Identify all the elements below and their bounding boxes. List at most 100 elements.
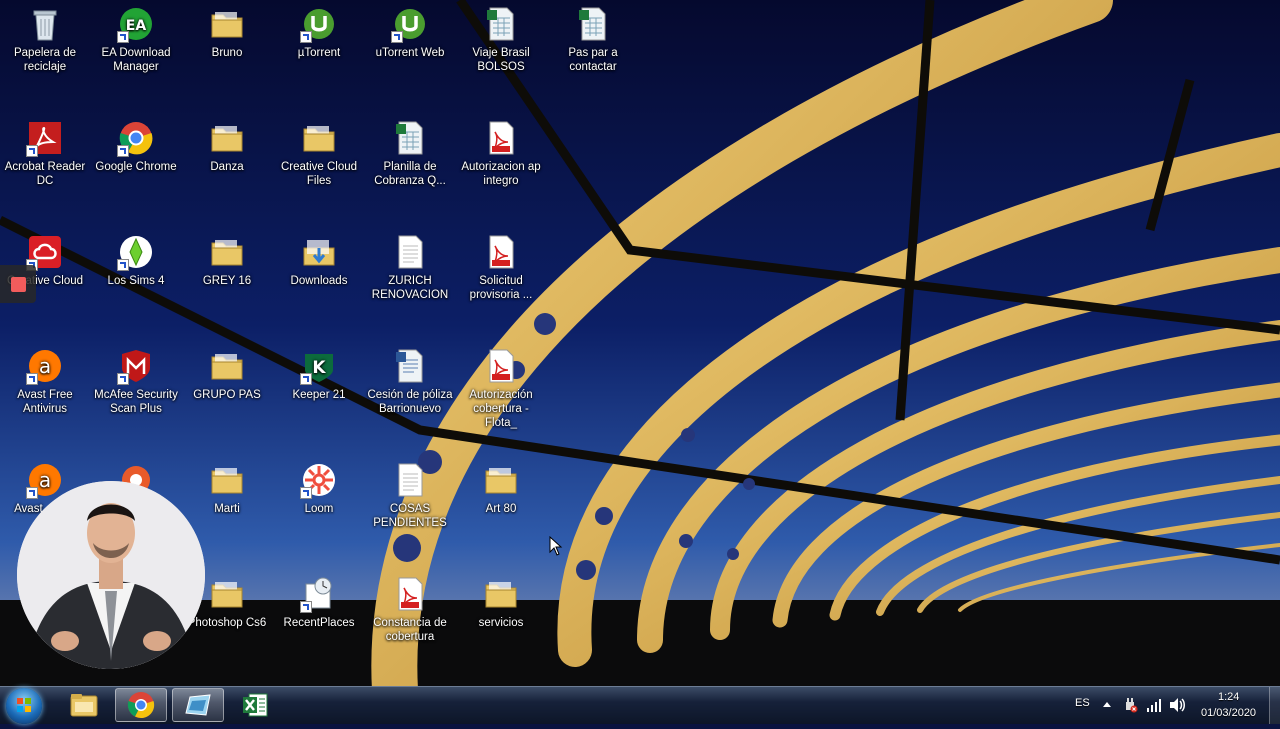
folder-icon: [209, 462, 245, 498]
presenter-image: [17, 481, 205, 669]
desktop-icon-label: Autorización cobertura - Flota_: [469, 389, 533, 429]
taskbar-chrome-button[interactable]: [115, 688, 167, 722]
desktop-icon[interactable]: a Avast Free Antivirus: [0, 348, 91, 416]
desktop-icon[interactable]: Danza: [181, 120, 273, 174]
desktop-icon[interactable]: Planilla de Cobranza Q...: [364, 120, 456, 188]
desktop-icon[interactable]: ZURICH RENOVACION: [364, 234, 456, 302]
desktop-icon[interactable]: Pas par a contactar: [547, 6, 639, 74]
desktop-icon-label: RecentPlaces: [283, 617, 355, 629]
desktop-icon[interactable]: uTorrent Web: [364, 6, 456, 60]
ea-icon: EA: [117, 6, 154, 43]
desktop-icon-label: Autorizacion ap integro: [461, 161, 541, 187]
desktop-icon[interactable]: GREY 16: [181, 234, 273, 288]
pdf-file-icon: [483, 120, 519, 156]
chrome-icon: [117, 120, 154, 157]
desktop-icon[interactable]: Art 80: [455, 462, 547, 516]
desktop-icon[interactable]: Cesión de póliza Barrionuevo: [364, 348, 456, 416]
desktop-icon-label: McAfee Security Scan Plus: [94, 389, 178, 415]
recycle-bin-icon: [27, 6, 63, 42]
network-signal-icon[interactable]: [1146, 697, 1162, 713]
desktop-icon[interactable]: µTorrent: [273, 6, 365, 60]
folder-icon: [209, 348, 245, 384]
volume-icon[interactable]: [1168, 696, 1186, 714]
desktop-icon[interactable]: Marti: [181, 462, 273, 516]
mcafee-icon: [117, 348, 154, 385]
desktop-icon[interactable]: Acrobat Reader DC: [0, 120, 91, 188]
desktop-icon-label: Planilla de Cobranza Q...: [374, 161, 446, 187]
pdf-file-icon: [483, 234, 519, 270]
desktop-icon-label: COSAS PENDIENTES: [373, 503, 447, 529]
desktop-icon[interactable]: Loom: [273, 462, 365, 516]
folder-icon: [301, 120, 337, 156]
desktop-icon[interactable]: Viaje Brasil BOLSOS: [455, 6, 547, 74]
word-file-icon: [392, 348, 428, 384]
language-indicator[interactable]: ES: [1075, 697, 1090, 709]
desktop-icon-label: Art 80: [485, 503, 517, 515]
document-icon: [392, 234, 428, 270]
desktop-icon[interactable]: COSAS PENDIENTES: [364, 462, 456, 530]
sims-icon: [117, 234, 154, 271]
taskbar: ES 1:24 01/03/2020: [0, 686, 1280, 724]
utorrent-icon: [300, 6, 337, 43]
desktop-icon[interactable]: Google Chrome: [90, 120, 182, 174]
power-plug-icon[interactable]: [1122, 696, 1138, 714]
folder-icon: [209, 234, 245, 270]
desktop-icon-label: Photoshop Cs6: [187, 617, 267, 629]
desktop-icon[interactable]: Bruno: [181, 6, 273, 60]
avast-icon: a: [26, 348, 63, 385]
desktop-icon-label: Pas par a contactar: [568, 47, 618, 73]
desktop-icon-label: Viaje Brasil BOLSOS: [472, 47, 530, 73]
desktop-icon-label: Loom: [304, 503, 334, 515]
desktop-icon[interactable]: Autorizacion ap integro: [455, 120, 547, 188]
taskbar-explorer-button[interactable]: [58, 688, 110, 722]
downloads-folder-icon: [301, 234, 337, 270]
recording-side-tab[interactable]: [0, 265, 36, 303]
desktop-icon-label: EA Download Manager: [101, 47, 171, 73]
stop-record-icon[interactable]: [11, 277, 26, 292]
acrobat-icon: [26, 120, 63, 157]
desktop-icon[interactable]: RecentPlaces: [273, 576, 365, 630]
desktop-icon-label: Avast Free Antivirus: [17, 389, 73, 415]
folder-icon: [209, 576, 245, 612]
shortcut-arrow-icon: [117, 373, 129, 385]
show-desktop-button[interactable]: [1269, 687, 1280, 724]
shortcut-arrow-icon: [26, 145, 38, 157]
taskbar-excel-button[interactable]: [229, 688, 281, 722]
desktop-icon-label: Creative Cloud Files: [280, 161, 358, 187]
desktop-icon[interactable]: McAfee Security Scan Plus: [90, 348, 182, 416]
keeper-icon: K: [300, 348, 337, 385]
start-button[interactable]: [6, 688, 42, 724]
desktop-icon[interactable]: GRUPO PAS: [181, 348, 273, 402]
desktop-icon[interactable]: EA EA Download Manager: [90, 6, 182, 74]
desktop-icon[interactable]: Autorización cobertura - Flota_: [455, 348, 547, 430]
desktop-icon[interactable]: Papelera de reciclaje: [0, 6, 91, 74]
desktop-icon-label: GRUPO PAS: [193, 389, 261, 401]
desktop-icon-label: uTorrent Web: [375, 47, 445, 59]
windows-logo-icon: [17, 698, 31, 712]
excel-file-icon: [575, 6, 611, 42]
shortcut-arrow-icon: [117, 31, 129, 43]
desktop-icon[interactable]: Creative Cloud Files: [273, 120, 365, 188]
excel-file-icon: [483, 6, 519, 42]
desktop-icon-label: ZURICH RENOVACION: [371, 275, 449, 301]
windows-explorer-icon: [70, 694, 98, 717]
shortcut-arrow-icon: [300, 373, 312, 385]
show-hidden-icons-icon[interactable]: [1102, 700, 1112, 708]
desktop-icon[interactable]: servicios: [455, 576, 547, 630]
excel-file-icon: [392, 120, 428, 156]
desktop-icon-label: Marti: [214, 503, 240, 515]
desktop-icon[interactable]: Los Sims 4: [90, 234, 182, 288]
taskbar-window-switcher-button[interactable]: [172, 688, 224, 722]
webcam-bubble: [17, 481, 205, 669]
desktop-icon[interactable]: K Keeper 21: [273, 348, 365, 402]
desktop-icon[interactable]: Solicitud provisoria ...: [455, 234, 547, 302]
utorrent-icon: [391, 6, 428, 43]
shortcut-arrow-icon: [391, 31, 403, 43]
desktop-icon-label: GREY 16: [202, 275, 252, 287]
window-switcher-icon: [185, 694, 211, 716]
clock-time[interactable]: 1:24: [1218, 691, 1239, 703]
shortcut-arrow-icon: [300, 487, 312, 499]
desktop-icon[interactable]: Constancia de cobertura: [364, 576, 456, 644]
desktop-icon[interactable]: Downloads: [273, 234, 365, 288]
clock-date[interactable]: 01/03/2020: [1201, 707, 1256, 719]
